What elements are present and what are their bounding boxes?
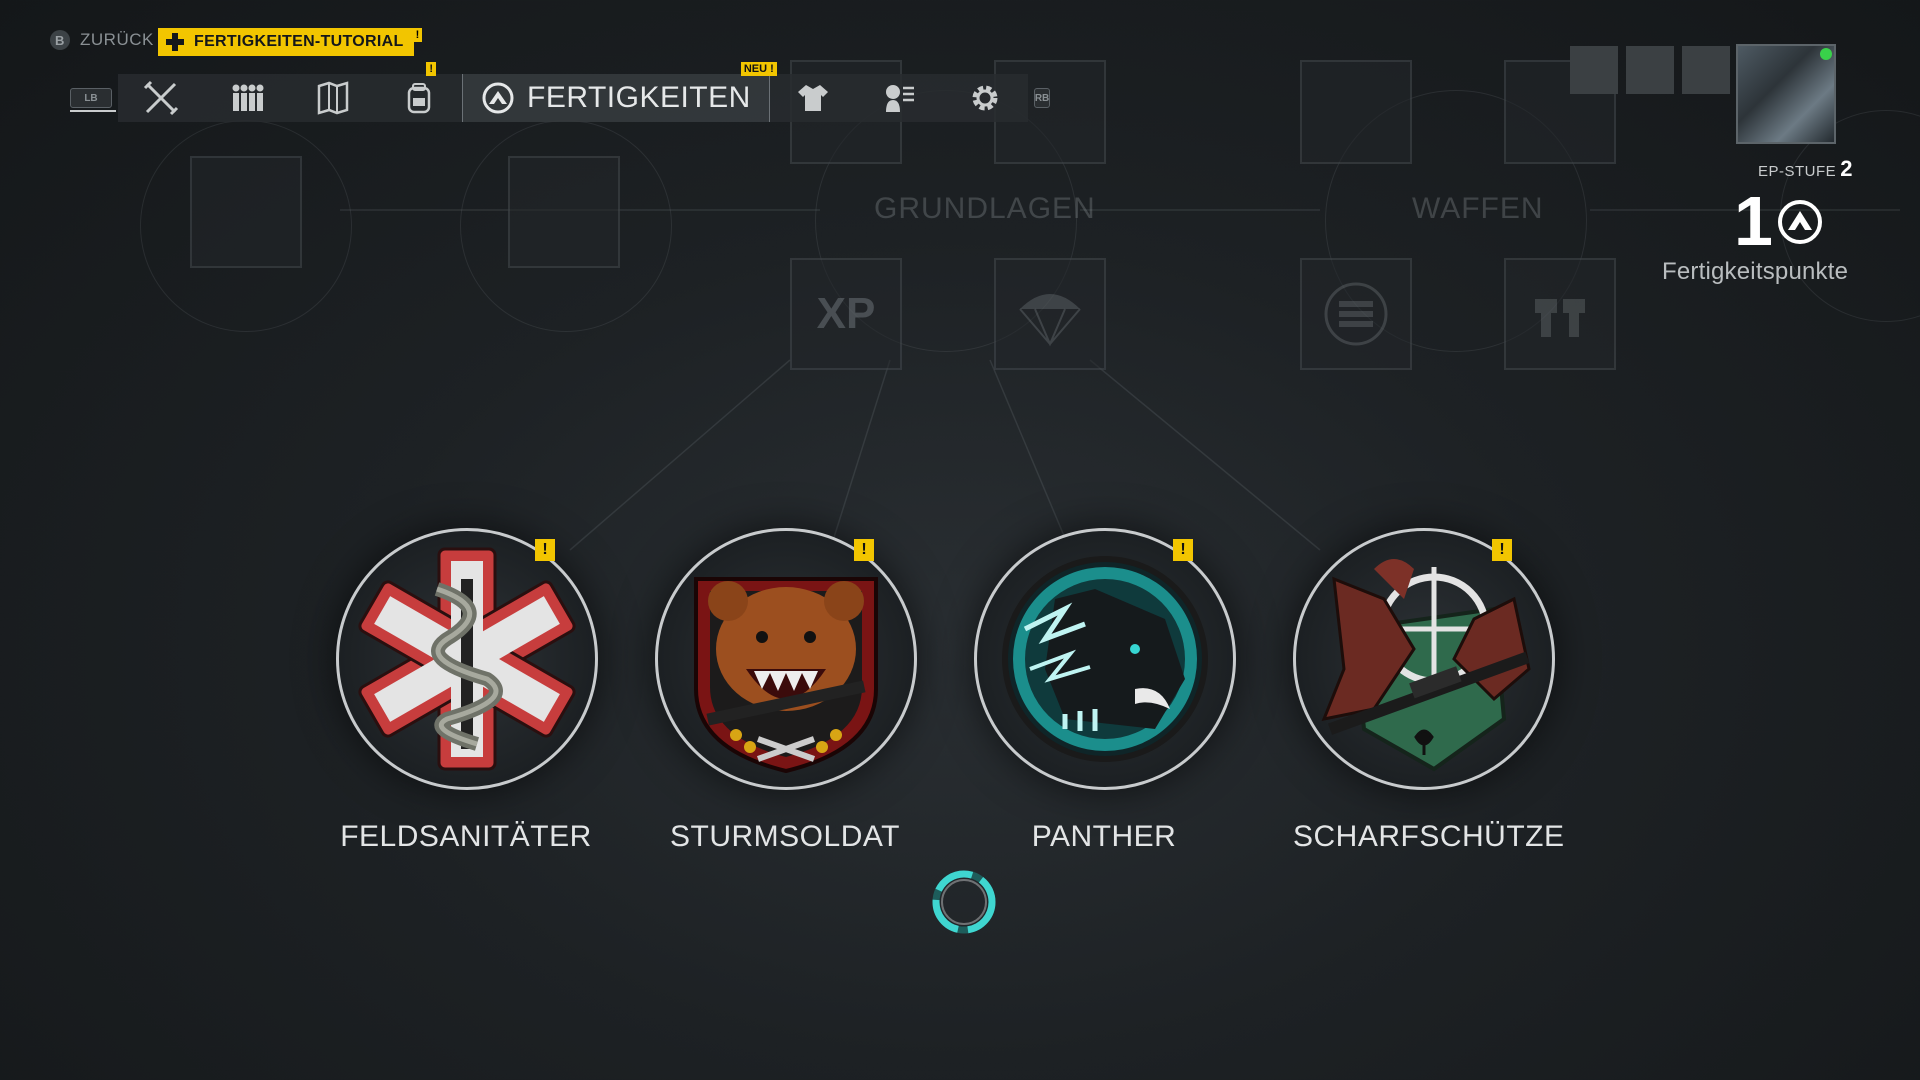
tab-skills[interactable]: FERTIGKEITEN NEU ! — [462, 62, 777, 122]
class-card-sturmsoldat[interactable]: ! STURMSOLDAT — [655, 528, 917, 854]
backpack-alert-badge: ! — [426, 62, 436, 76]
locked-skill-tile — [190, 156, 302, 268]
tab-map[interactable] — [290, 74, 376, 122]
online-status-icon — [1820, 48, 1832, 60]
skill-points-label: Fertigkeitspunkte — [1662, 258, 1849, 285]
player-avatar[interactable] — [1736, 44, 1836, 144]
squad-icon — [232, 84, 264, 111]
empty-slot — [1626, 46, 1674, 94]
class-name: STURMSOLDAT — [670, 820, 900, 853]
b-button-icon: B — [50, 30, 70, 50]
skill-points-icon — [1778, 200, 1822, 244]
class-card-scharfschuetze[interactable]: ! SCHARFSCHÜTZE — [1293, 528, 1565, 854]
tab-intel[interactable] — [856, 74, 942, 122]
class-alert-badge: ! — [854, 539, 874, 561]
lb-bumper-wrap[interactable]: LB — [70, 88, 116, 112]
tutorial-button[interactable]: FERTIGKEITEN-TUTORIAL ! — [158, 28, 422, 56]
tree-label-waffen: WAFFEN — [1412, 192, 1544, 225]
xp-skill-tile: XP — [790, 258, 902, 370]
lb-underline — [70, 110, 116, 112]
class-emblem-ring[interactable]: ! — [974, 528, 1236, 790]
class-alert-badge: ! — [1492, 539, 1512, 561]
tab-loadout[interactable] — [118, 74, 204, 122]
assault-bear-emblem-icon — [694, 577, 878, 774]
class-name: SCHARFSCHÜTZE — [1293, 820, 1565, 853]
parachute-icon — [1019, 294, 1081, 347]
tab-outfit[interactable] — [770, 74, 856, 122]
plus-icon — [164, 31, 186, 53]
locked-skill-tile — [1300, 60, 1412, 164]
settings-icon — [972, 85, 998, 111]
map-icon — [317, 81, 349, 115]
medic-emblem-icon — [358, 547, 576, 771]
class-name: FELDSANITÄTER — [340, 820, 592, 853]
skills-icon — [482, 82, 514, 114]
main-nav: LB ! FERTIGKEITEN NEU ! RB — [70, 62, 1051, 122]
ep-level: EP-STUFE 2 — [1758, 156, 1853, 182]
back-button[interactable]: B ZURÜCK — [50, 30, 154, 50]
crossed-weapons-icon — [143, 80, 179, 116]
tree-label-grundlagen: GRUNDLAGEN — [874, 192, 1096, 225]
outfit-icon — [797, 85, 828, 111]
intel-icon — [885, 85, 914, 112]
class-emblem-ring[interactable]: ! — [655, 528, 917, 790]
empty-slot — [1570, 46, 1618, 94]
ammo-icon — [1324, 282, 1388, 346]
loading-spinner-icon — [932, 870, 996, 934]
class-alert-badge: ! — [535, 539, 555, 561]
class-card-feldsanitaeter[interactable]: ! FELDSANITÄTER — [336, 528, 598, 854]
tab-settings[interactable] — [942, 74, 1028, 122]
class-alert-badge: ! — [1173, 539, 1193, 561]
panther-emblem-icon — [1002, 556, 1208, 762]
ep-value: 2 — [1840, 156, 1853, 181]
locked-skill-tile — [508, 156, 620, 268]
tutorial-alert-badge: ! — [413, 28, 422, 42]
tutorial-label: FERTIGKEITEN-TUTORIAL — [194, 33, 404, 50]
parachute-skill-tile — [994, 258, 1106, 370]
ep-label: EP-STUFE — [1758, 163, 1837, 180]
pistol-icon — [1535, 299, 1585, 337]
nav-strip: ! FERTIGKEITEN NEU ! — [118, 62, 1028, 122]
tab-skills-label: FERTIGKEITEN — [527, 81, 751, 114]
lb-bumper[interactable]: LB — [70, 88, 112, 108]
dual-pistol-skill-tile — [1504, 258, 1616, 370]
empty-slot — [1682, 46, 1730, 94]
skill-points-value: 1 — [1734, 182, 1773, 260]
class-emblem-ring[interactable]: ! — [336, 528, 598, 790]
class-emblem-ring[interactable]: ! — [1293, 528, 1555, 790]
class-card-panther[interactable]: ! PANTHER — [974, 528, 1236, 854]
rb-bumper[interactable]: RB — [1033, 88, 1051, 108]
ammo-skill-tile — [1300, 258, 1412, 370]
sniper-eagle-emblem-icon — [1321, 559, 1531, 772]
tab-squad[interactable] — [204, 74, 290, 122]
back-label: ZURÜCK — [80, 30, 154, 49]
backpack-icon — [407, 83, 431, 114]
tab-backpack[interactable]: ! — [376, 62, 462, 122]
class-name: PANTHER — [1031, 820, 1177, 853]
